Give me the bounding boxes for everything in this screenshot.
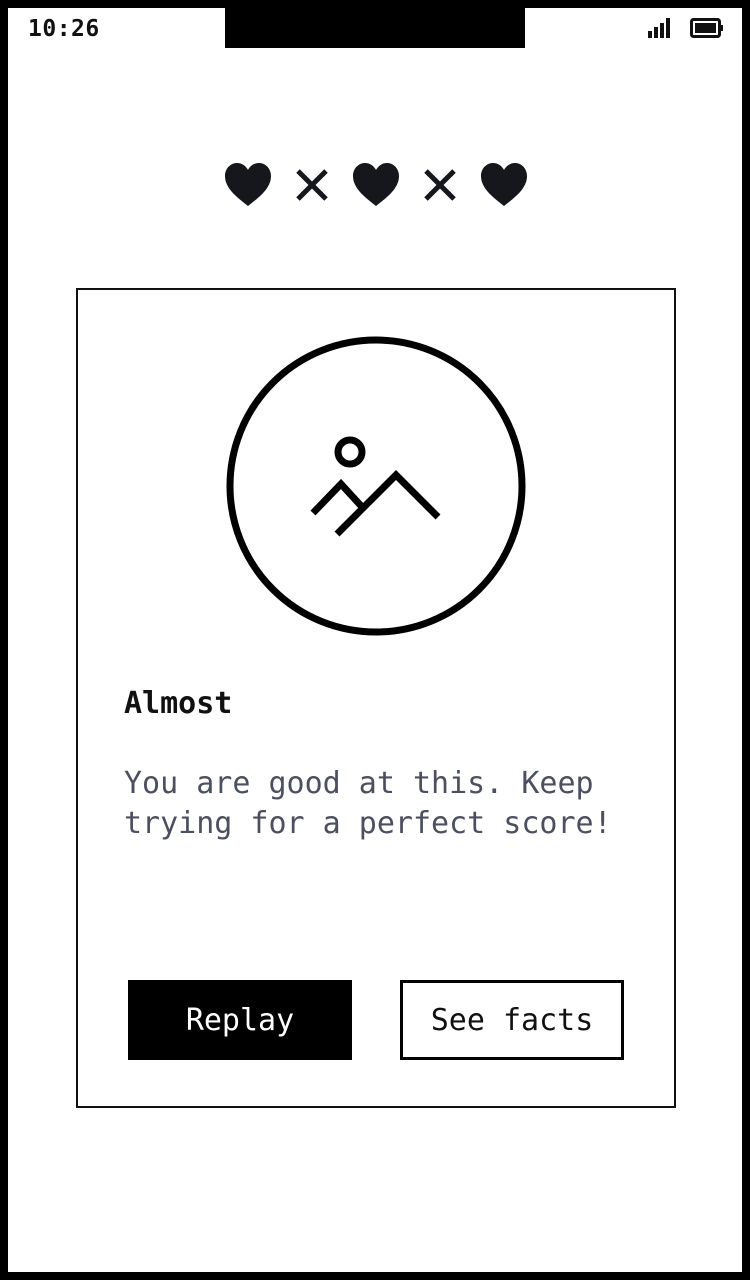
heart-icon xyxy=(225,163,271,206)
result-title: Almost xyxy=(124,686,233,721)
battery-icon xyxy=(690,18,723,38)
heart-icon xyxy=(353,163,399,206)
replay-button[interactable]: Replay xyxy=(128,980,352,1060)
status-time: 10:26 xyxy=(28,16,100,42)
image-placeholder-icon xyxy=(226,336,526,636)
signal-icon xyxy=(648,18,670,38)
result-card: Almost You are good at this. Keep trying… xyxy=(76,288,676,1108)
device-notch xyxy=(225,8,525,48)
phone-screen: 10:26 Almost You are good at this. Keep … xyxy=(8,8,742,1272)
result-message: You are good at this. Keep trying for a … xyxy=(124,766,612,841)
heart-icon xyxy=(481,163,527,206)
cross-icon xyxy=(296,169,328,201)
cross-icon xyxy=(424,169,456,201)
see-facts-button[interactable]: See facts xyxy=(400,980,624,1060)
lives-indicator xyxy=(224,162,528,208)
